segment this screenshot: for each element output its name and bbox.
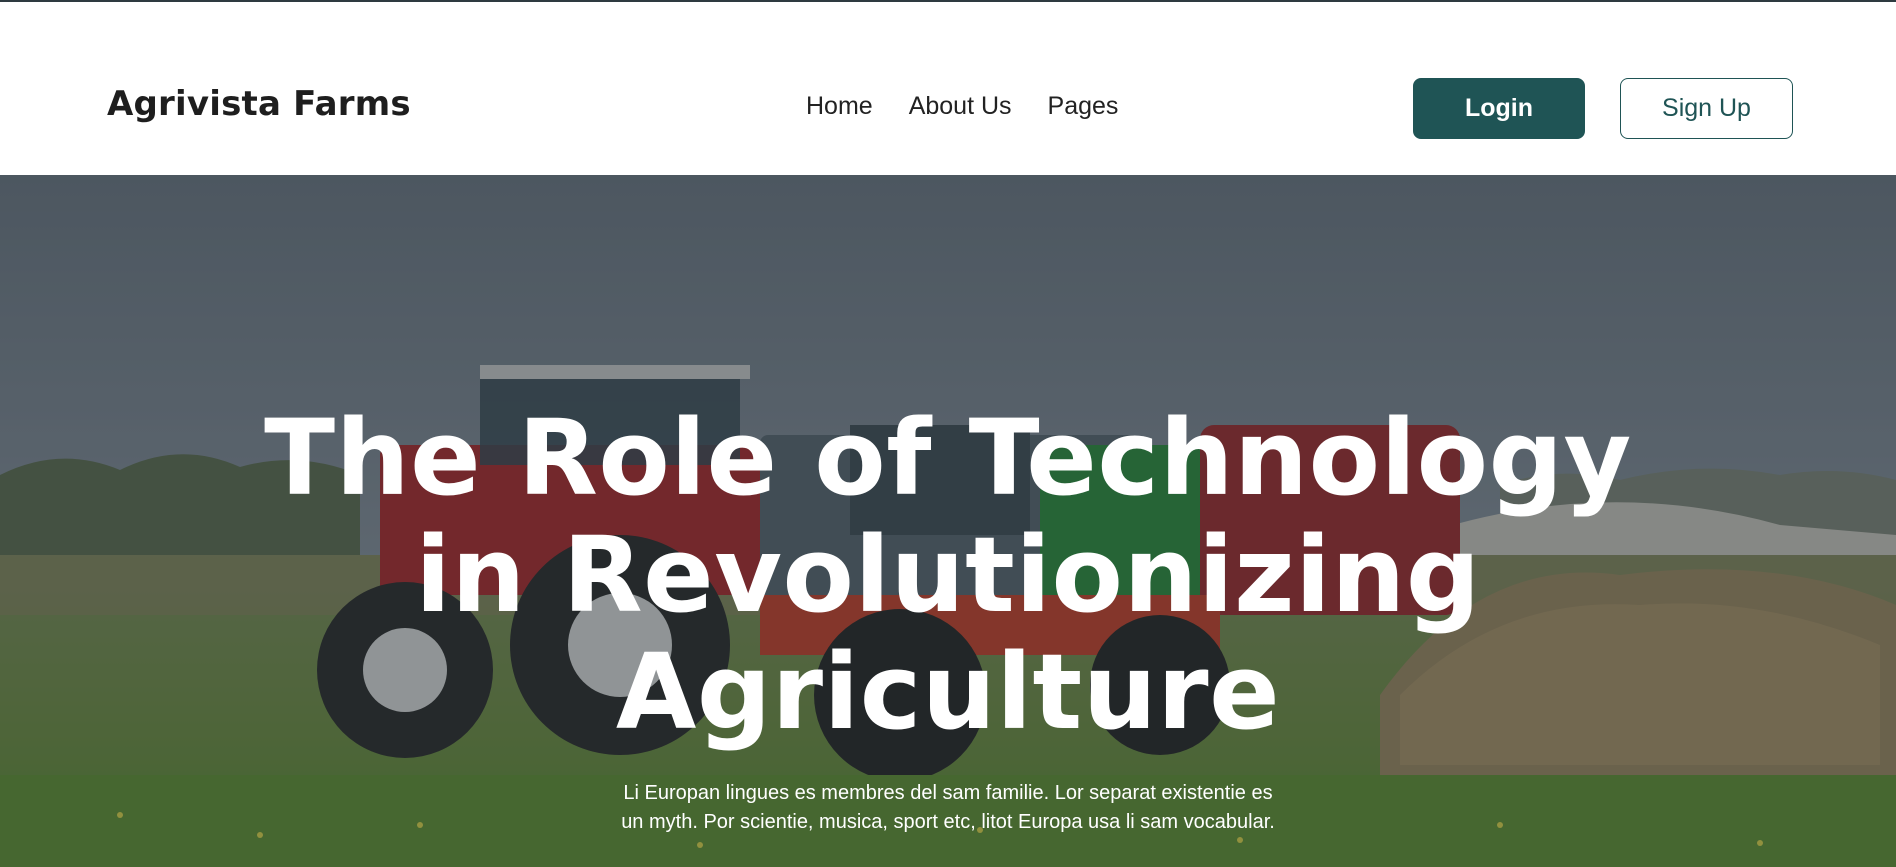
hero-description-line: Li Europan lingues es membres del sam fa… bbox=[623, 782, 1273, 804]
nav-about-us-link[interactable]: About Us bbox=[909, 92, 1012, 121]
nav-home-link[interactable]: Home bbox=[806, 92, 873, 121]
hero-title-line: The Role of Technology bbox=[264, 397, 1632, 519]
hero-title-line: Agriculture bbox=[615, 631, 1281, 753]
hero-description: Li Europan lingues es membres del sam fa… bbox=[600, 779, 1296, 837]
main-nav: Home About Us Pages bbox=[806, 92, 1118, 121]
hero-description-line: un myth. Por scientie, musica, sport etc… bbox=[621, 811, 1275, 833]
hero-title-line: in Revolutionizing bbox=[415, 514, 1481, 636]
hero-title: The Role of Technology in Revolutionizin… bbox=[148, 400, 1748, 751]
site-header: Agrivista Farms Home About Us Pages Logi… bbox=[0, 2, 1896, 175]
login-button[interactable]: Login bbox=[1413, 78, 1585, 139]
brand-logo[interactable]: Agrivista Farms bbox=[107, 84, 411, 124]
signup-button[interactable]: Sign Up bbox=[1620, 78, 1793, 139]
hero-section: The Role of Technology in Revolutionizin… bbox=[0, 175, 1896, 867]
nav-pages-link[interactable]: Pages bbox=[1048, 92, 1119, 121]
